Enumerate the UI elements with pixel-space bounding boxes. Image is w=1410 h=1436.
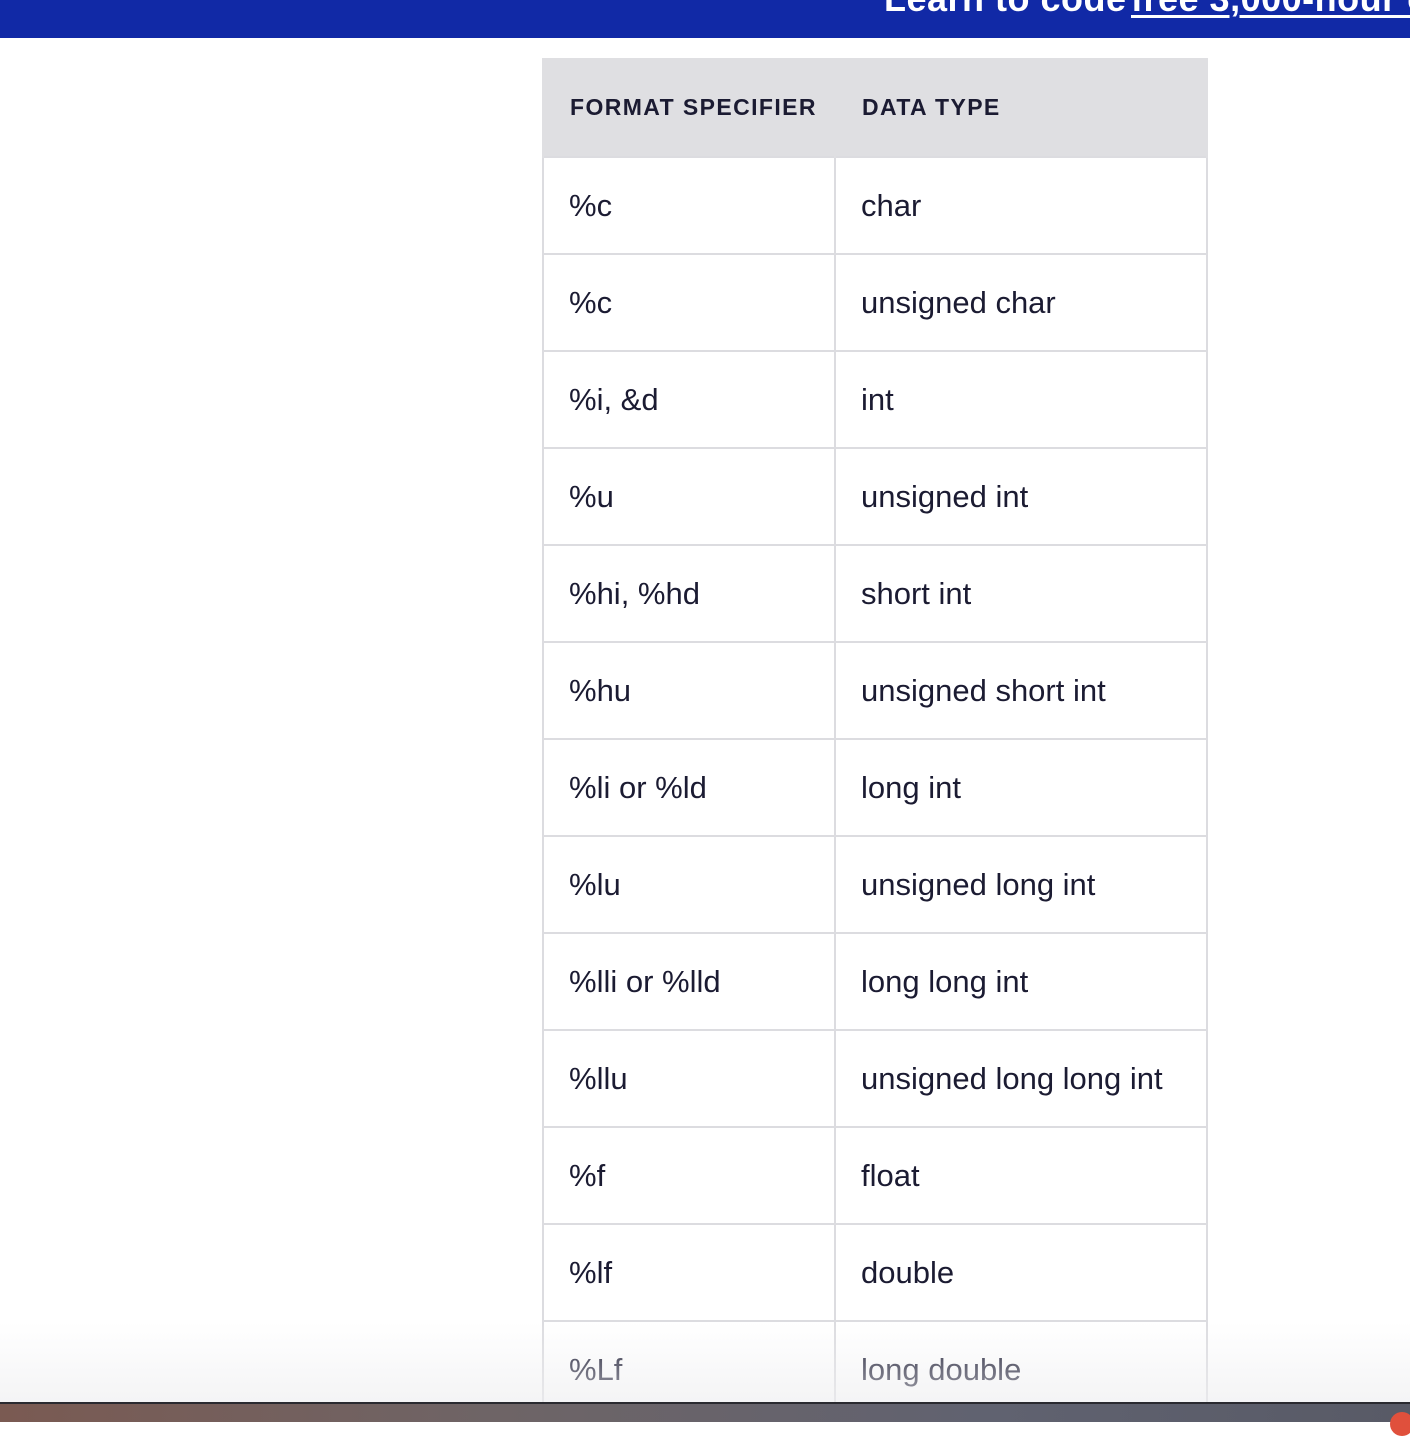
- data-type-cell: char: [834, 156, 1208, 255]
- header-format-specifier: FORMAT SPECIFIER: [542, 58, 836, 157]
- format-specifier-table: FORMAT SPECIFIER DATA TYPE %c char %c un…: [542, 58, 1208, 1419]
- format-specifier-table-container: FORMAT SPECIFIER DATA TYPE %c char %c un…: [542, 58, 1208, 1419]
- data-type-cell: unsigned char: [834, 253, 1208, 352]
- table-body: %c char %c unsigned char %i, &d int %u u…: [542, 156, 1208, 1419]
- format-specifier-cell: %llu: [542, 1029, 836, 1128]
- table-header-row: FORMAT SPECIFIER DATA TYPE: [542, 58, 1208, 157]
- banner-learn-to-code-text: Learn to code: [884, 0, 1127, 20]
- data-type-cell: short int: [834, 544, 1208, 643]
- format-specifier-cell: %i, &d: [542, 350, 836, 449]
- table-row: %llu unsigned long long int: [542, 1029, 1208, 1128]
- table-row: %f float: [542, 1126, 1208, 1225]
- data-type-cell: unsigned int: [834, 447, 1208, 546]
- table-row: %i, &d int: [542, 350, 1208, 449]
- format-specifier-cell: %c: [542, 156, 836, 255]
- table-row: %li or %ld long int: [542, 738, 1208, 837]
- format-specifier-cell: %hu: [542, 641, 836, 740]
- table-row: %lli or %lld long long int: [542, 932, 1208, 1031]
- data-type-cell: unsigned short int: [834, 641, 1208, 740]
- table-row: %hi, %hd short int: [542, 544, 1208, 643]
- data-type-cell: long int: [834, 738, 1208, 837]
- table-header: FORMAT SPECIFIER DATA TYPE: [542, 58, 1208, 157]
- data-type-cell: long long int: [834, 932, 1208, 1031]
- table-row: %c char: [542, 156, 1208, 255]
- format-specifier-cell: %hi, %hd: [542, 544, 836, 643]
- table-row: %u unsigned int: [542, 447, 1208, 546]
- desktop-dock-strip: [0, 1402, 1410, 1422]
- table-row: %hu unsigned short int: [542, 641, 1208, 740]
- format-specifier-cell: %lf: [542, 1223, 836, 1322]
- data-type-cell: unsigned long long int: [834, 1029, 1208, 1128]
- data-type-cell: float: [834, 1126, 1208, 1225]
- notification-dot-icon: [1390, 1412, 1410, 1436]
- format-specifier-cell: %f: [542, 1126, 836, 1225]
- top-banner: Learn to code free 3,000-hour cu: [0, 0, 1410, 38]
- banner-curriculum-link[interactable]: free 3,000-hour cu: [1131, 0, 1410, 20]
- format-specifier-cell: %lli or %lld: [542, 932, 836, 1031]
- header-data-type: DATA TYPE: [834, 58, 1208, 157]
- format-specifier-cell: %u: [542, 447, 836, 546]
- table-row: %lu unsigned long int: [542, 835, 1208, 934]
- table-row: %lf double: [542, 1223, 1208, 1322]
- table-row: %c unsigned char: [542, 253, 1208, 352]
- format-specifier-cell: %lu: [542, 835, 836, 934]
- format-specifier-cell: %c: [542, 253, 836, 352]
- data-type-cell: int: [834, 350, 1208, 449]
- format-specifier-cell: %li or %ld: [542, 738, 836, 837]
- data-type-cell: unsigned long int: [834, 835, 1208, 934]
- data-type-cell: double: [834, 1223, 1208, 1322]
